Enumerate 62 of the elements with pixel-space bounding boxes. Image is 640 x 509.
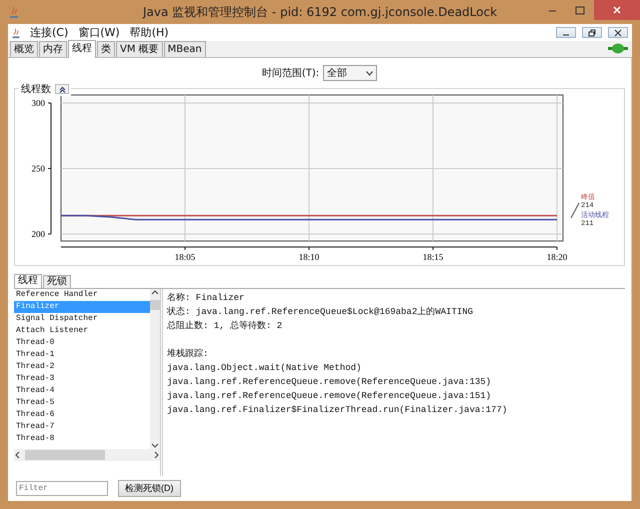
thread-item[interactable]: Thread-5 [14, 397, 150, 409]
x-tick-label: 18:10 [298, 252, 320, 262]
tab[interactable]: 线程 [14, 274, 42, 288]
time-range-label: 时间范围(T): [262, 66, 320, 80]
thread-item[interactable]: Thread-7 [14, 421, 150, 433]
stack-line: java.lang.ref.ReferenceQueue.remove(ReferenceQueue.java:151) [167, 390, 492, 403]
collapse-button[interactable] [55, 84, 69, 94]
stack-line: java.lang.ref.Finalizer$FinalizerThread.run(Finalizer.java:177) [167, 404, 508, 417]
chart-title: 线程数 [21, 82, 51, 96]
restore-button[interactable] [582, 27, 602, 38]
y-tick-label: 250 [32, 164, 45, 174]
filter-field[interactable]: Filter [16, 481, 108, 496]
x-tick-label: 18:05 [174, 252, 196, 262]
close-button[interactable] [608, 27, 628, 38]
x-tick-label: 18:15 [422, 252, 444, 262]
restore-icon [588, 28, 596, 36]
thread-item[interactable]: Thread-2 [14, 361, 150, 373]
thread-item[interactable]: Signal Dispatcher [14, 313, 150, 325]
caret-icon [366, 70, 374, 76]
window-title: Java 监视和管理控制台 - pid: 6192 com.gj.jconsole.DeadLock [142, 5, 498, 19]
stack-line: java.lang.Object.wait(Native Method) [167, 362, 362, 375]
y-tick-label: 300 [32, 98, 45, 108]
maximize-icon [575, 6, 585, 14]
thread-item[interactable]: Reference Handler [14, 289, 150, 301]
scrollbar-thumb[interactable] [25, 450, 105, 460]
tab[interactable]: 类 [97, 41, 115, 57]
tab[interactable]: VM 概要 [116, 41, 163, 57]
tab[interactable]: 线程 [68, 40, 96, 58]
thread-item[interactable]: Attach Listener [14, 325, 150, 337]
detail-line: 名称: Finalizer [167, 292, 246, 305]
tab[interactable]: 死锁 [43, 275, 71, 288]
collapse-icon [58, 86, 66, 92]
detail-line: 总阻止数: 1, 总等待数: 2 [167, 320, 284, 333]
thread-item[interactable]: Thread-6 [14, 409, 150, 421]
java-icon [10, 26, 22, 38]
vertical-scrollbar[interactable] [150, 289, 160, 449]
java-icon [7, 5, 21, 19]
scrollbar-thumb[interactable] [150, 300, 160, 310]
detect-deadlock-button[interactable]: 检测死锁(D) [118, 480, 180, 497]
stack-line: java.lang.ref.ReferenceQueue.remove(ReferenceQueue.java:135) [167, 376, 492, 389]
thread-item[interactable]: Thread-4 [14, 385, 150, 397]
minimize-button[interactable] [556, 27, 576, 38]
y-tick-label: 200 [32, 229, 45, 239]
menu-item[interactable]: 帮助(H) [128, 25, 171, 40]
x-tick-label: 18:20 [546, 252, 568, 262]
tab[interactable]: MBean [164, 41, 206, 57]
thread-item[interactable]: Thread-1 [14, 349, 150, 361]
detail-line: 状态: java.lang.ref.ReferenceQueue$Lock@169aba2上的WAITING [167, 306, 474, 319]
menu-item[interactable]: 连接(C) [28, 25, 70, 40]
thread-item[interactable]: Thread-3 [14, 373, 150, 385]
thread-item[interactable]: Thread-8 [14, 433, 150, 445]
close-icon [612, 5, 622, 15]
tab[interactable]: 内存 [39, 41, 67, 57]
tab[interactable]: 概览 [10, 41, 38, 57]
stack-title: 堆栈跟踪: [167, 348, 210, 361]
thread-item[interactable]: Thread-0 [14, 337, 150, 349]
leader-line [570, 202, 580, 218]
close-icon [614, 28, 622, 36]
time-range-dropdown[interactable]: 全部 [323, 65, 378, 81]
horizontal-scrollbar[interactable] [14, 449, 160, 461]
menu-item[interactable]: 窗口(W) [76, 25, 122, 40]
connection-icon [608, 43, 628, 54]
